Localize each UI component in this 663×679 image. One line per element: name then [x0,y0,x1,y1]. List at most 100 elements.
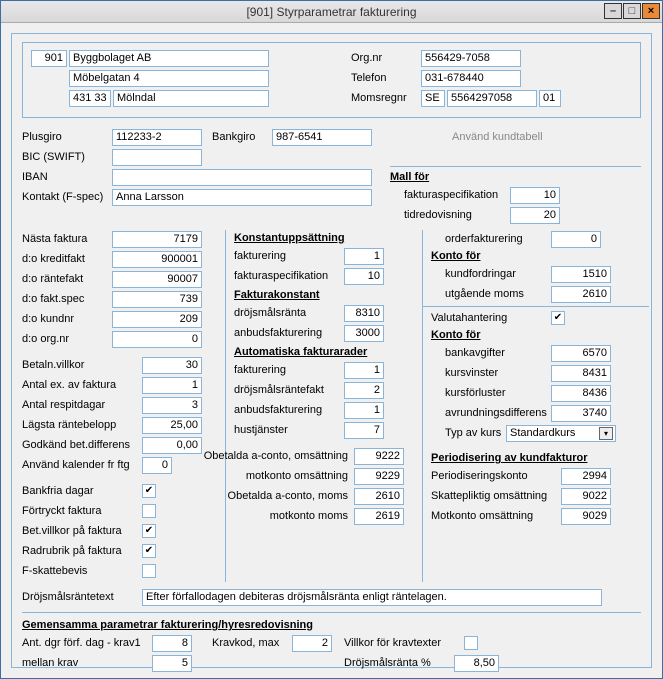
motkonto-moms-label: motkonto moms [194,510,354,522]
auto-anbud[interactable] [344,402,384,419]
mall-fakturaspec[interactable] [510,187,560,204]
do-kundnr[interactable] [112,311,202,328]
plusgiro[interactable] [112,129,202,146]
lagsta-rantebelopp[interactable] [142,417,202,434]
anvand-kalender-label: Använd kalender fr ftg [22,459,142,471]
kravkod[interactable] [292,635,332,652]
villkor-krav-checkbox[interactable] [464,636,478,650]
drojranta-pct[interactable] [454,655,499,672]
momsregnr-label: Momsregnr [351,92,421,104]
drojsmalsranta[interactable] [344,305,384,322]
drojranta-pct-label: Dröjsmålsränta % [344,657,454,669]
fortryckt-checkbox[interactable] [142,504,156,518]
do-rantefakt[interactable] [112,271,202,288]
window-title: [901] Styrparametrar fakturering [246,5,416,19]
ant-dgr[interactable] [152,635,192,652]
auto-fakturering[interactable] [344,362,384,379]
bankgiro[interactable] [272,129,372,146]
avrundning[interactable] [551,405,611,422]
city[interactable] [113,90,269,107]
momsregnr-cc[interactable] [421,90,445,107]
mall-tidredov[interactable] [510,207,560,224]
r-motkonto-oms[interactable] [561,508,611,525]
momsregnr[interactable] [447,90,537,107]
betalnvillkor-label: Betaln.villkor [22,359,142,371]
kontakt[interactable] [112,189,372,206]
betalnvillkor[interactable] [142,357,202,374]
anvand-kundtabell-link[interactable]: Använd kundtabell [452,131,543,143]
nasta-faktura-label: Nästa faktura [22,233,112,245]
betvillkor-pa-checkbox[interactable] [142,524,156,538]
mellan-krav[interactable] [152,655,192,672]
godkand-bet-label: Godkänd bet.differens [22,439,142,451]
obet-aconto-moms[interactable] [354,488,404,505]
close-button[interactable]: × [642,3,660,19]
mid-fakturaspec[interactable] [344,268,384,285]
antal-ex[interactable] [142,377,202,394]
company-no[interactable] [31,50,67,67]
utgaende-moms[interactable] [551,286,611,303]
obet-aconto-oms[interactable] [354,448,404,465]
kursvinster-label: kursvinster [431,367,551,379]
utgaende-moms-label: utgående moms [431,288,551,300]
drojsmalsrantetext[interactable] [142,589,602,606]
telefon[interactable] [421,70,521,87]
kursforluster[interactable] [551,385,611,402]
do-orgnr[interactable] [112,331,202,348]
valuta-checkbox[interactable] [551,311,565,325]
motkonto-oms[interactable] [354,468,404,485]
plusgiro-label: Plusgiro [22,131,112,143]
periodkonto[interactable] [561,468,611,485]
do-faktspec[interactable] [112,291,202,308]
bankavgifter-label: bankavgifter [431,347,551,359]
auto-fakturering-label: fakturering [234,364,344,376]
kundfordringar[interactable] [551,266,611,283]
ant-dgr-label: Ant. dgr förf. dag - krav1 [22,637,152,649]
typavkurs-select[interactable]: Standardkurs ▾ [506,425,616,442]
radrubrik-label: Radrubrik på faktura [22,545,142,557]
fskattebevis-checkbox[interactable] [142,564,156,578]
main-panel: Org.nr Telefon Momsregnr [11,33,652,668]
kursvinster[interactable] [551,365,611,382]
bankfria-dagar-checkbox[interactable] [142,484,156,498]
auto-anbud-label: anbudsfakturering [234,404,344,416]
konstantupp-head: Konstantuppsättning [234,232,414,244]
godkand-bet[interactable] [142,437,202,454]
radrubrik-checkbox[interactable] [142,544,156,558]
skatteplikt[interactable] [561,488,611,505]
content: Org.nr Telefon Momsregnr [1,23,662,678]
anbudsfakturering[interactable] [344,325,384,342]
momsregnr-suffix[interactable] [539,90,561,107]
company-name[interactable] [69,50,269,67]
bic[interactable] [112,149,202,166]
konto-head: Konto för [431,250,641,262]
mall-orderfakt[interactable] [551,231,601,248]
iban[interactable] [112,169,372,186]
maximize-button[interactable]: □ [623,3,641,19]
do-faktspec-label: d:o fakt.spec [22,293,112,305]
auto-hustjanster-label: hustjänster [234,424,344,436]
minimize-button[interactable]: – [604,3,622,19]
address1[interactable] [69,70,269,87]
nasta-faktura[interactable] [112,231,202,248]
antal-respitdagar[interactable] [142,397,202,414]
do-orgnr-label: d:o org.nr [22,333,112,345]
lagsta-rantebelopp-label: Lägsta räntebelopp [22,419,142,431]
auto-drojrantefakt[interactable] [344,382,384,399]
mid-fakturering[interactable] [344,248,384,265]
orgnr[interactable] [421,50,521,67]
motkonto-moms[interactable] [354,508,404,525]
orgnr-label: Org.nr [351,52,421,64]
kundfordringar-label: kundfordringar [431,268,551,280]
do-kreditfakt[interactable] [112,251,202,268]
period-head: Periodisering av kundfakturor [431,452,641,464]
bankavgifter[interactable] [551,345,611,362]
auto-hustjanster[interactable] [344,422,384,439]
villkor-krav-label: Villkor för kravtexter [344,637,464,649]
telefon-label: Telefon [351,72,421,84]
zip[interactable] [69,90,111,107]
typavkurs-value: Standardkurs [510,427,575,439]
obet-aconto-moms-label: Obetalda a-conto, moms [194,490,354,502]
anvand-kalender[interactable] [142,457,172,474]
mall-orderfakt-label: orderfakturering [431,233,551,245]
